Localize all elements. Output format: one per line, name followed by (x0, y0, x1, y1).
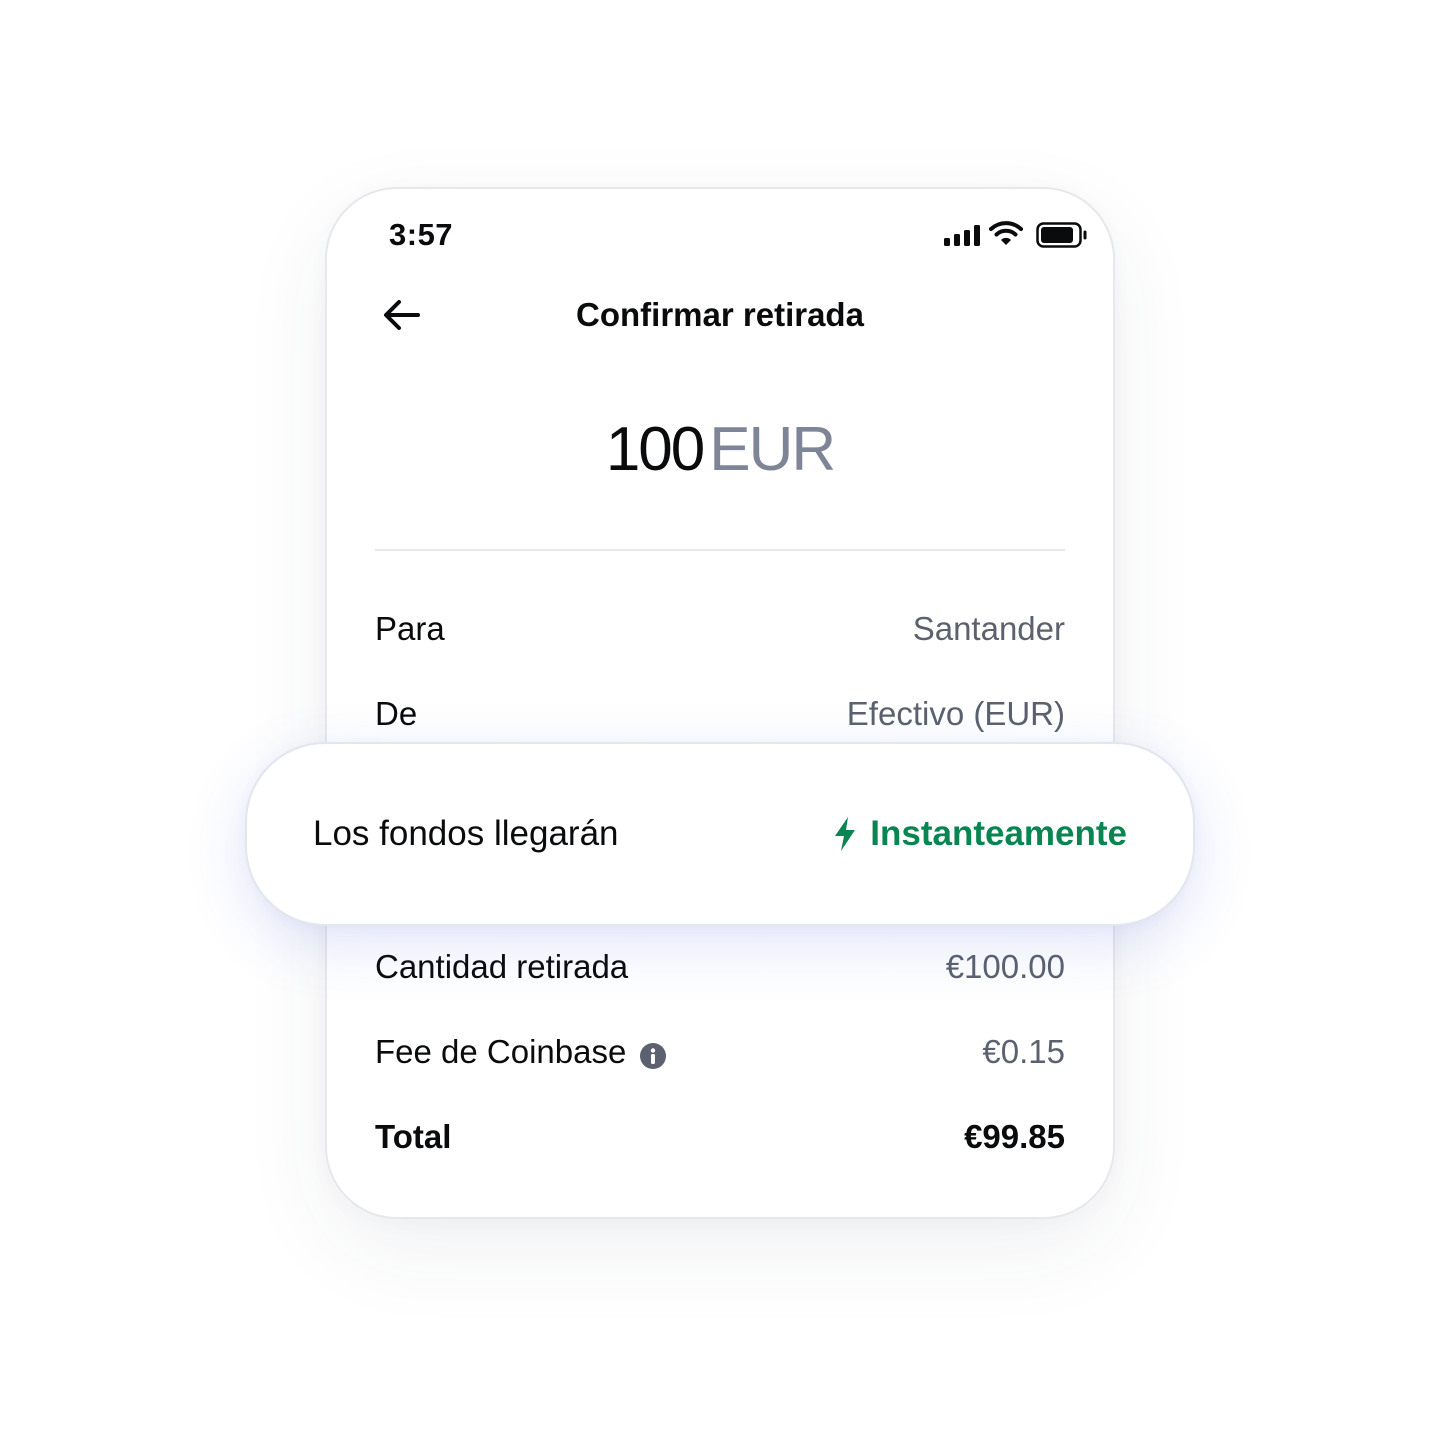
withdraw-amount: 100EUR (327, 414, 1113, 485)
detail-row-total: Total €99.85 (375, 1115, 1065, 1159)
wifi-icon (989, 220, 1023, 251)
status-bar-icons (944, 220, 1089, 250)
detail-row-from: De Efectivo (EUR) (375, 692, 1065, 736)
arrival-label: Los fondos llegarán (313, 814, 619, 853)
amount-currency: EUR (709, 415, 836, 484)
amount-value: 100 (605, 415, 705, 484)
info-icon[interactable] (640, 1039, 667, 1069)
to-label: Para (375, 610, 445, 647)
page-title: Confirmar retirada (576, 296, 864, 333)
to-value: Santander (912, 610, 1065, 647)
lightning-bolt-icon (832, 816, 858, 852)
fee-label-group: Fee de Coinbase (375, 1033, 667, 1071)
fee-value: €0.15 (982, 1033, 1065, 1070)
arrival-card: Los fondos llegarán Instanteamente (245, 742, 1195, 926)
withdraw-amount-value: €100.00 (945, 948, 1065, 985)
from-label: De (375, 695, 418, 732)
signal-icon (944, 224, 984, 251)
battery-icon (1036, 222, 1088, 253)
arrival-value-group: Instanteamente (832, 814, 1127, 854)
detail-row-withdraw-amount: Cantidad retirada €100.00 (375, 945, 1065, 989)
total-value: €99.85 (964, 1118, 1065, 1155)
withdraw-amount-label: Cantidad retirada (375, 948, 629, 985)
fee-label: Fee de Coinbase (375, 1033, 627, 1070)
detail-row-to: Para Santander (375, 607, 1065, 651)
detail-row-fee: Fee de Coinbase €0.15 (375, 1030, 1065, 1074)
status-bar-time: 3:57 (389, 217, 454, 252)
arrival-value: Instanteamente (870, 814, 1127, 853)
phone-frame: 3:57 Confirmar retirada 100EUR Para Sant… (325, 187, 1115, 1219)
from-value: Efectivo (EUR) (846, 695, 1065, 732)
divider (375, 549, 1065, 551)
total-label: Total (375, 1118, 452, 1155)
